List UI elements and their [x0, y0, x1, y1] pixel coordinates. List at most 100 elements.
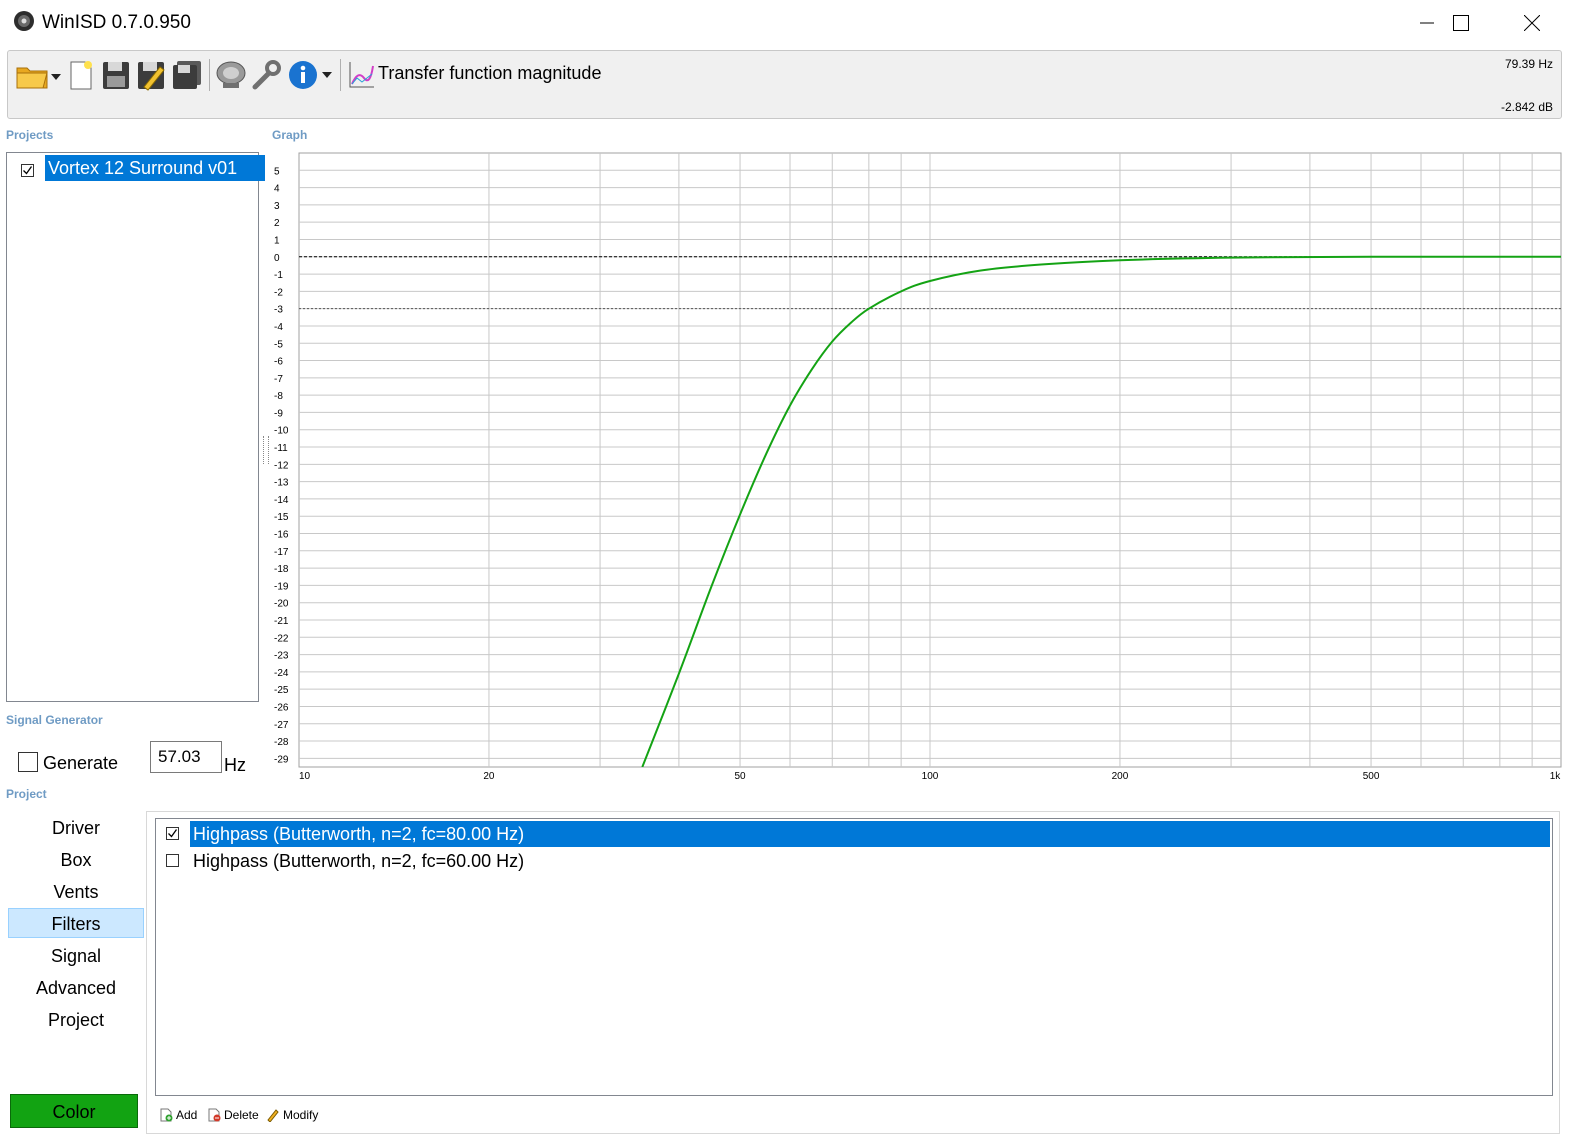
- filter-label[interactable]: Highpass (Butterworth, n=2, fc=80.00 Hz): [190, 821, 1550, 847]
- color-button[interactable]: Color: [10, 1094, 138, 1128]
- transfer-function-graph[interactable]: 543210-1-2-3-4-5-6-7-8-9-10-11-12-13-14-…: [262, 150, 1567, 786]
- modify-filter-button[interactable]: Modify: [266, 1106, 318, 1124]
- y-tick-label: -9: [274, 408, 283, 419]
- wrench-icon: [252, 60, 281, 90]
- add-icon: [160, 1108, 173, 1122]
- save-all-icon: [173, 61, 201, 89]
- y-tick-label: -18: [274, 564, 289, 575]
- y-tick-label: -10: [274, 426, 289, 437]
- project-visible-checkbox[interactable]: [21, 164, 34, 177]
- y-tick-label: -25: [274, 685, 289, 696]
- toolbar: Transfer function magnitude 79.39 Hz -2.…: [7, 50, 1562, 119]
- filter-label[interactable]: Highpass (Butterworth, n=2, fc=60.00 Hz): [190, 848, 527, 874]
- modify-label: Modify: [283, 1108, 319, 1122]
- y-tick-label: -15: [274, 512, 289, 523]
- generate-checkbox[interactable]: [18, 752, 38, 772]
- graph-type-label[interactable]: Transfer function magnitude: [378, 63, 601, 84]
- delete-label: Delete: [224, 1108, 259, 1122]
- y-tick-label: -2: [274, 287, 283, 298]
- filter-enabled-checkbox[interactable]: [166, 854, 179, 867]
- nav-filters[interactable]: Filters: [8, 908, 144, 938]
- generate-label[interactable]: Generate: [43, 753, 118, 774]
- new-document-icon: [70, 61, 92, 90]
- y-tick-label: -1: [274, 270, 283, 281]
- x-tick-label: 1k: [1550, 771, 1562, 782]
- y-tick-label: -29: [274, 754, 289, 765]
- nav-box[interactable]: Box: [8, 845, 144, 875]
- filter-list-item[interactable]: Highpass (Butterworth, n=2, fc=80.00 Hz): [160, 821, 1550, 847]
- generator-frequency-input[interactable]: [150, 741, 222, 773]
- y-tick-label: -16: [274, 530, 289, 541]
- nav-signal[interactable]: Signal: [8, 941, 144, 971]
- cursor-level-readout: -2.842 dB: [1500, 100, 1553, 114]
- window-title: WinISD 0.7.0.950: [42, 12, 191, 33]
- filter-list-item[interactable]: Highpass (Butterworth, n=2, fc=60.00 Hz): [160, 848, 1550, 874]
- y-tick-label: -14: [274, 495, 289, 506]
- nav-driver[interactable]: Driver: [8, 813, 144, 843]
- save-as-button[interactable]: [135, 57, 167, 93]
- y-tick-label: 5: [274, 166, 280, 177]
- add-label: Add: [176, 1108, 198, 1122]
- y-tick-label: -11: [274, 443, 288, 454]
- y-tick-label: -26: [274, 702, 289, 713]
- project-list-item[interactable]: Vortex 12 Surround v01: [13, 155, 265, 181]
- save-button[interactable]: [100, 57, 132, 93]
- info-icon: [289, 61, 332, 89]
- open-folder-icon: [16, 67, 61, 89]
- x-tick-label: 20: [483, 771, 495, 782]
- y-tick-label: 1: [274, 235, 280, 246]
- tools-button[interactable]: [250, 57, 282, 93]
- open-button[interactable]: [14, 57, 64, 93]
- toolbar-separator: [340, 59, 341, 91]
- driver-icon: [216, 61, 246, 88]
- filters-list[interactable]: Highpass (Butterworth, n=2, fc=80.00 Hz)…: [155, 818, 1553, 1096]
- maximize-icon: [1453, 15, 1469, 31]
- y-tick-label: 4: [274, 184, 280, 195]
- signal-generator-section-label: Signal Generator: [6, 713, 103, 727]
- y-tick-label: -19: [274, 581, 289, 592]
- maximize-button[interactable]: [1426, 0, 1496, 46]
- y-tick-label: -28: [274, 737, 289, 748]
- projects-list[interactable]: Vortex 12 Surround v01: [6, 152, 265, 702]
- cursor-frequency-readout: 79.39 Hz: [1504, 57, 1553, 71]
- pencil-icon: [267, 1109, 279, 1122]
- checkmark-icon: [168, 829, 178, 838]
- x-tick-label: 500: [1363, 771, 1380, 782]
- graph-selector-button[interactable]: [346, 57, 376, 93]
- close-button[interactable]: [1497, 0, 1567, 46]
- y-tick-label: -23: [274, 651, 289, 662]
- x-tick-label: 200: [1112, 771, 1129, 782]
- graph-section-label: Graph: [272, 128, 308, 142]
- y-tick-label: 0: [274, 253, 280, 264]
- x-tick-label: 100: [922, 771, 939, 782]
- projects-section-label: Projects: [6, 128, 54, 142]
- y-tick-label: -24: [274, 668, 289, 679]
- y-tick-label: -20: [274, 599, 289, 610]
- project-name[interactable]: Vortex 12 Surround v01: [45, 155, 265, 181]
- nav-vents[interactable]: Vents: [8, 877, 144, 907]
- nav-advanced[interactable]: Advanced: [8, 973, 144, 1003]
- info-button[interactable]: [286, 57, 338, 93]
- nav-project[interactable]: Project: [8, 1005, 144, 1035]
- project-section-label: Project: [6, 787, 47, 801]
- save-icon: [103, 62, 129, 89]
- add-filter-button[interactable]: Add: [159, 1106, 197, 1124]
- y-tick-label: -6: [274, 357, 283, 368]
- save-all-button[interactable]: [170, 57, 204, 93]
- filter-enabled-checkbox[interactable]: [166, 827, 179, 840]
- driver-button[interactable]: [214, 57, 248, 93]
- y-tick-label: -17: [274, 547, 289, 558]
- y-tick-label: 3: [274, 201, 280, 212]
- generator-frequency-unit: Hz: [224, 755, 246, 775]
- checkmark-icon: [23, 166, 33, 175]
- y-tick-label: -8: [274, 391, 283, 402]
- y-tick-label: 2: [274, 218, 280, 229]
- y-tick-label: -27: [274, 720, 289, 731]
- new-project-button[interactable]: [66, 57, 96, 93]
- delete-icon: [208, 1108, 221, 1122]
- chart-icon: [349, 62, 374, 88]
- delete-filter-button[interactable]: Delete: [207, 1106, 259, 1124]
- close-icon: [1524, 15, 1540, 31]
- x-tick-label: 10: [299, 771, 311, 782]
- title-bar: WinISD 0.7.0.950: [0, 0, 1574, 46]
